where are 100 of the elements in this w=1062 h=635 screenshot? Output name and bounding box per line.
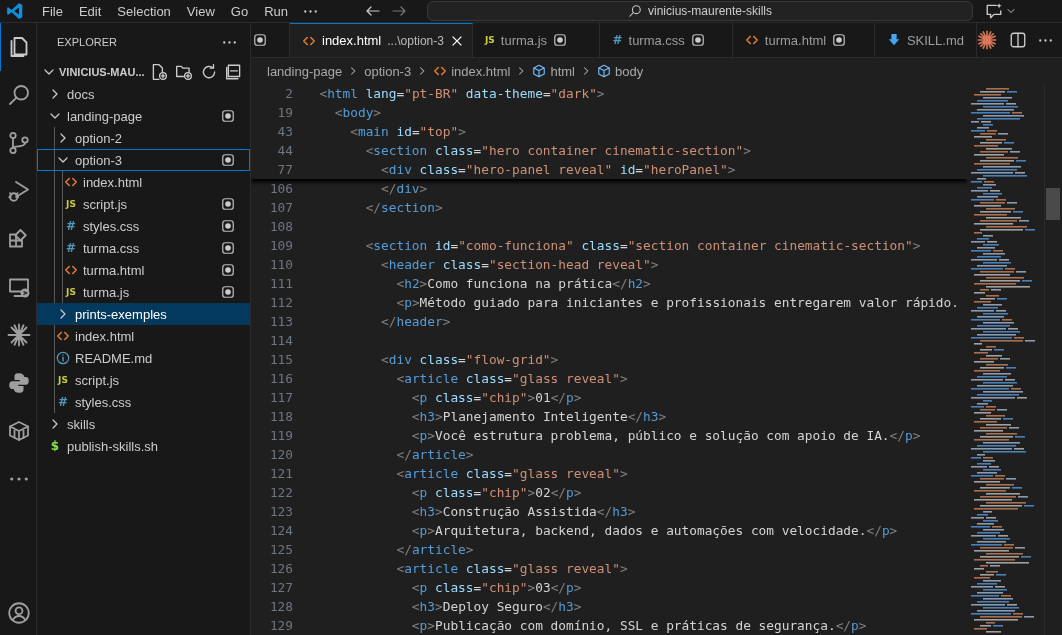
tree-item[interactable]: prints-exemples — [37, 303, 250, 325]
more-actions-icon[interactable] — [223, 40, 236, 44]
scrollbar-thumb[interactable] — [1046, 188, 1060, 220]
line-number: 118 — [268, 409, 293, 424]
editor-tab[interactable]: turma.html — [732, 23, 875, 57]
collapse-all-icon — [224, 63, 243, 81]
line-number: 119 — [268, 428, 293, 443]
code-line: <article class="glass reveal"> — [395, 466, 628, 481]
tree-item[interactable]: # styles.css — [37, 215, 250, 237]
line-number: 125 — [268, 542, 293, 557]
tree-item[interactable]: # styles.css — [37, 391, 250, 413]
editor-tab[interactable]: SKILL.md — [874, 23, 977, 57]
cube-icon — [532, 64, 547, 78]
code-line: <section id="como-funciona" class="section container cinematic-section"> — [364, 238, 921, 253]
tree-item[interactable]: JS script.js — [37, 193, 250, 215]
run-debug-icon — [6, 179, 31, 203]
editor-tab[interactable]: # turma.css — [600, 23, 733, 57]
menu-item[interactable]: Go — [222, 3, 257, 19]
file-type-label: $ — [50, 440, 60, 452]
line-number: 115 — [268, 352, 293, 367]
container-icon — [6, 419, 31, 443]
chat-sparkle-icon — [985, 2, 1003, 20]
tree-item[interactable]: index.html — [37, 171, 250, 193]
explorer-title: EXPLORER — [57, 36, 117, 48]
breadcrumb-item[interactable]: index.html — [433, 63, 511, 79]
code-line: <div class="hero-panel reveal" id="heroPanel"> — [380, 162, 736, 177]
command-center[interactable]: vinicius-maurente-skills — [427, 1, 973, 21]
code-line: <header class="section-head reveal"> — [380, 257, 659, 272]
code-brackets-icon — [56, 329, 70, 343]
branch-icon — [6, 131, 31, 155]
code-line: <h3>Planejamento Inteligente</h3> — [410, 409, 667, 424]
line-number: 109 — [268, 238, 293, 253]
breadcrumb-item[interactable]: html — [532, 63, 575, 79]
code-line: <p class="chip">03</p> — [410, 580, 582, 595]
menu-item[interactable]: Edit — [70, 3, 110, 19]
menu-item[interactable]: View — [178, 3, 223, 19]
search-icon — [628, 4, 642, 18]
code-line: <h3>Construção Assistida</h3> — [410, 504, 636, 519]
search-icon — [6, 83, 31, 107]
code-line: <article class="glass reveal"> — [395, 561, 628, 576]
code-brackets-icon — [433, 64, 448, 78]
code-brackets-icon — [64, 175, 78, 189]
down-arrow-icon — [886, 33, 901, 47]
asterisk-icon — [977, 30, 997, 50]
tree-item[interactable]: # turma.css — [37, 237, 250, 259]
line-number: 43 — [276, 124, 293, 139]
code-line: </article> — [395, 447, 474, 462]
file-type-label: # — [65, 242, 77, 254]
tree-item[interactable]: option-2 — [37, 127, 250, 149]
file-type-label: JS — [58, 374, 68, 386]
breadcrumb-item[interactable]: option-3 — [364, 63, 412, 79]
line-number: 111 — [268, 276, 293, 291]
code-line: <p>Arquitetura, backend, dados e automações com velocidade.</p> — [410, 523, 898, 538]
line-number: 2 — [284, 86, 293, 101]
file-type-label: JS — [485, 34, 495, 46]
code-line: </section> — [364, 200, 443, 215]
breadcrumb-item[interactable]: body — [597, 63, 644, 79]
file-type-label: # — [57, 396, 69, 408]
file-type-label: # — [65, 220, 77, 232]
tree-item[interactable]: JS turma.js — [37, 281, 250, 303]
code-line: <div class="flow-grid"> — [380, 352, 559, 367]
tree-item[interactable]: $ publish-skills.sh — [37, 435, 250, 457]
account-icon — [6, 601, 31, 625]
line-number: 124 — [268, 523, 293, 538]
line-number: 120 — [268, 447, 293, 462]
more-menu-icon[interactable] — [304, 9, 317, 13]
workspace-folder-title[interactable]: VINICIUS-MAU... — [59, 66, 145, 78]
tree-item[interactable]: index.html — [37, 325, 250, 347]
line-number: 112 — [268, 295, 293, 310]
code-line: <h3>Deploy Seguro</h3> — [410, 599, 582, 614]
cube-icon — [597, 64, 611, 78]
code-line: <p>Você estrutura problema, público e solução com apoio de IA.</p> — [410, 428, 921, 443]
code-line: </article> — [395, 542, 474, 557]
tree-item[interactable]: turma.html — [37, 259, 250, 281]
breadcrumb-item[interactable]: landing-page — [267, 63, 343, 79]
code-line: <body> — [333, 105, 382, 120]
tree-item[interactable]: landing-page — [37, 105, 250, 127]
code-brackets-icon — [64, 263, 78, 277]
sparkle-icon — [6, 323, 31, 347]
menu-item[interactable]: File — [34, 3, 71, 19]
menu-item[interactable]: Run — [256, 3, 296, 19]
more-icon — [9, 477, 28, 481]
menu-item[interactable]: Selection — [109, 3, 179, 19]
code-brackets-icon — [744, 33, 759, 47]
line-number: 127 — [268, 580, 293, 595]
tree-item[interactable]: option-3 — [37, 149, 250, 171]
line-number: 128 — [268, 599, 293, 614]
line-number: 123 — [268, 504, 293, 519]
code-line: <html lang="pt-BR" data-theme="dark"> — [318, 86, 605, 101]
tree-item[interactable]: JS script.js — [37, 369, 250, 391]
tree-item[interactable]: docs — [37, 83, 250, 105]
tree-item[interactable]: skills — [37, 413, 250, 435]
code-line: </div> — [380, 181, 428, 196]
tree-item[interactable]: README.md — [37, 347, 250, 369]
editor-tab[interactable]: index.html ...\option-3 — [290, 23, 473, 57]
line-number: 107 — [268, 200, 293, 215]
editor-tab[interactable]: JS turma.js — [473, 23, 601, 57]
code-line: <p class="chip">01</p> — [410, 390, 582, 405]
more-actions-icon[interactable] — [1039, 38, 1052, 42]
line-number: 110 — [268, 257, 293, 272]
